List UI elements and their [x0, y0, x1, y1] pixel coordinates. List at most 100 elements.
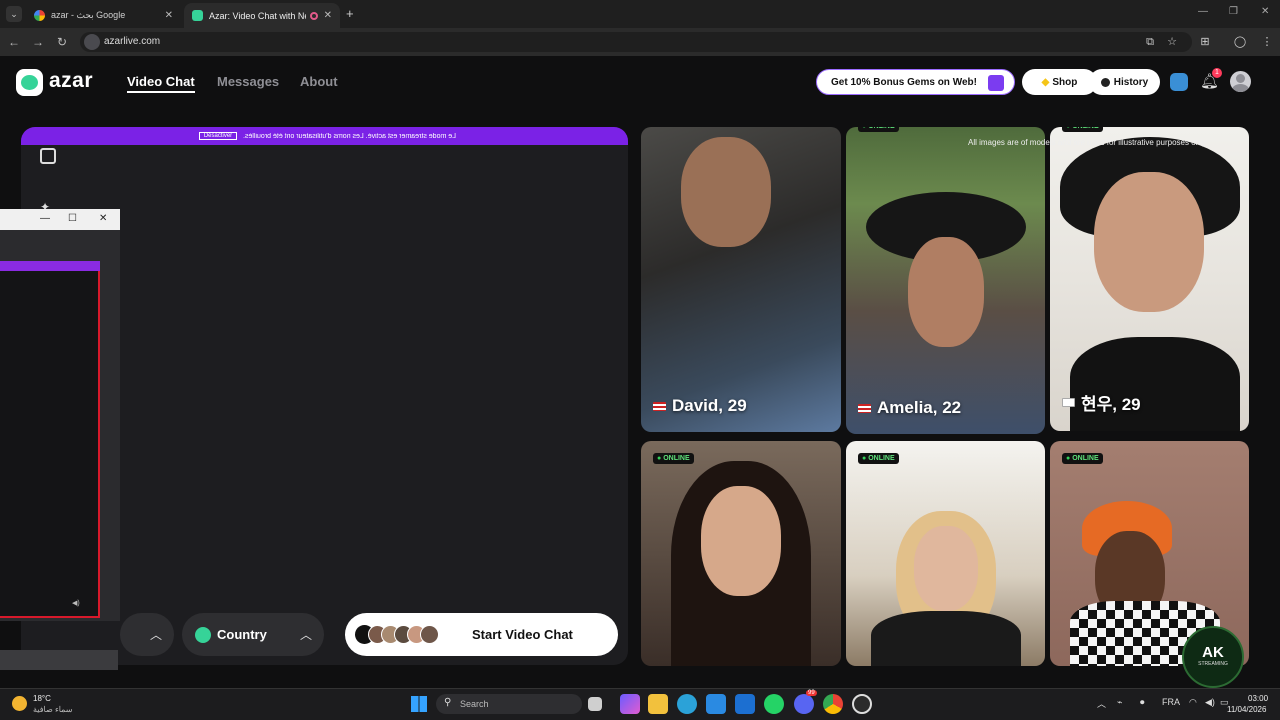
profile-name: David, 29	[653, 396, 747, 416]
maximize-icon[interactable]: ☐	[68, 213, 77, 224]
language-indicator[interactable]: FRA	[1162, 697, 1180, 707]
window-minimize-icon[interactable]: —	[1198, 6, 1208, 17]
profile-name: 현우, 29	[1062, 390, 1141, 415]
menu-icon[interactable]: ⋮	[1259, 34, 1275, 50]
floating-titlebar[interactable]: — ☐ ✕	[0, 209, 120, 230]
history-button[interactable]: History	[1089, 69, 1160, 95]
globe-icon	[195, 626, 211, 643]
ak-streaming-logo: AK STREAMING	[1182, 626, 1244, 688]
azar-logo-icon[interactable]	[16, 69, 43, 96]
us-flag-icon	[653, 401, 666, 411]
avatar[interactable]	[1230, 71, 1251, 92]
expand-icon[interactable]	[40, 148, 56, 164]
profile-name: Amelia, 22	[858, 398, 961, 418]
online-badge: ONLINE	[858, 453, 899, 464]
search-icon: ⚲	[444, 697, 452, 708]
install-app-icon[interactable]: ⧉	[1142, 34, 1158, 50]
discord-icon[interactable]	[794, 694, 814, 714]
profile-card[interactable]: David, 29	[641, 127, 841, 432]
volume-icon[interactable]: ◀)	[1205, 697, 1215, 708]
history-label: History	[1113, 76, 1149, 88]
copilot-icon[interactable]	[620, 694, 640, 714]
clock-date[interactable]: 11/04/2026	[1227, 705, 1266, 714]
chrome-icon[interactable]	[823, 694, 843, 714]
translate-icon[interactable]	[1170, 73, 1188, 91]
clock-time[interactable]: 03:00	[1248, 694, 1268, 703]
address-bar[interactable]: azarlive.com	[80, 32, 1192, 52]
gender-filter-pill[interactable]: ︿	[120, 613, 174, 656]
window-restore-icon[interactable]: ❐	[1229, 6, 1238, 17]
profile-card[interactable]: ONLINE 현우, 29	[1050, 127, 1249, 431]
banner-button[interactable]: Désactiver	[198, 132, 238, 140]
shop-label: Shop	[1052, 76, 1078, 88]
gem-icon: ◆	[1041, 76, 1050, 88]
browser-toolbar: azarlive.com	[0, 28, 1280, 56]
logo-text[interactable]: azar	[49, 69, 93, 93]
nav-messages[interactable]: Messages	[217, 74, 279, 89]
profile-icon[interactable]: ◯	[1232, 34, 1248, 50]
close-icon[interactable]: ✕	[324, 10, 332, 21]
gift-icon	[988, 75, 1004, 91]
close-icon[interactable]: ✕	[99, 213, 107, 224]
floating-preview-window[interactable]: — ☐ ✕ ◀)	[0, 209, 120, 670]
start-video-chat-button[interactable]: Start Video Chat	[345, 613, 618, 656]
online-badge: ONLINE	[1062, 453, 1103, 464]
windows-start-icon[interactable]	[411, 696, 427, 712]
tab-label: azar - بحث Google	[51, 10, 126, 20]
site-info-icon[interactable]	[84, 34, 100, 50]
search-placeholder: Search	[460, 699, 489, 709]
weather-moon-icon[interactable]	[12, 696, 27, 711]
profile-face	[908, 237, 984, 347]
close-icon[interactable]: ✕	[165, 10, 173, 21]
select-field[interactable]	[0, 650, 118, 670]
tray-overflow-icon[interactable]: ︿	[1097, 697, 1106, 710]
country-filter-pill[interactable]: Country ︿	[182, 613, 324, 656]
promo-label: Get 10% Bonus Gems on Web!	[831, 76, 977, 88]
edge-icon[interactable]	[677, 694, 697, 714]
outlook-icon[interactable]	[735, 694, 755, 714]
tab-search-icon[interactable]: ⌄	[6, 6, 22, 22]
browser-tab-bar: ⌄ azar - بحث Google ✕ Azar: Video Chat w…	[0, 0, 1280, 28]
network-icon[interactable]: ⌁	[1117, 697, 1122, 708]
google-icon	[34, 10, 45, 21]
profile-jacket	[871, 611, 1021, 666]
extensions-icon[interactable]: ⊞	[1197, 34, 1213, 50]
us-flag-icon	[858, 403, 871, 413]
shop-button[interactable]: ◆ Shop	[1022, 69, 1097, 95]
clock-icon	[1100, 77, 1110, 87]
profile-card[interactable]: ONLINE	[846, 441, 1045, 666]
profile-card[interactable]: ONLINE	[641, 441, 841, 666]
minimize-icon[interactable]: —	[40, 213, 50, 224]
start-label: Start Video Chat	[472, 627, 573, 642]
profile-card[interactable]: ONLINE Amelia, 22	[846, 127, 1045, 434]
bonus-gems-button[interactable]: Get 10% Bonus Gems on Web!	[816, 69, 1015, 95]
taskbar-search-input[interactable]: ⚲ Search	[436, 694, 582, 714]
volume-icon[interactable]: ◀)	[72, 599, 80, 607]
bookmark-star-icon[interactable]: ☆	[1164, 34, 1180, 50]
banner-text: Le mode streamer est activé. Les noms d'…	[243, 132, 457, 140]
windows-taskbar	[0, 688, 1280, 720]
wifi-icon[interactable]: ◠	[1189, 697, 1197, 708]
country-label: Country	[217, 627, 267, 642]
microphone-icon[interactable]: ⏺	[1140, 697, 1145, 708]
new-tab-button[interactable]: +	[346, 6, 354, 21]
whatsapp-icon[interactable]	[764, 694, 784, 714]
chevron-up-icon: ︿	[299, 628, 312, 642]
tab-google[interactable]: azar - بحث Google ✕	[26, 3, 181, 28]
window-close-icon[interactable]: ✕	[1261, 6, 1269, 17]
nav-video-chat[interactable]: Video Chat	[127, 74, 195, 89]
online-badge: ONLINE	[1062, 127, 1103, 132]
back-icon[interactable]: ←	[5, 33, 23, 51]
file-explorer-icon[interactable]	[648, 694, 668, 714]
obs-icon[interactable]	[852, 694, 872, 714]
nav-about[interactable]: About	[300, 74, 338, 89]
nav-active-underline	[127, 91, 195, 93]
notification-badge: 1	[1212, 68, 1222, 78]
logo-text: AK	[1202, 644, 1224, 661]
tab-azar[interactable]: Azar: Video Chat with New ✕	[184, 3, 340, 28]
task-view-icon[interactable]	[588, 697, 602, 711]
forward-icon[interactable]: →	[29, 33, 47, 51]
store-icon[interactable]	[706, 694, 726, 714]
reload-icon[interactable]: ↻	[53, 33, 71, 51]
floating-banner	[0, 261, 100, 271]
